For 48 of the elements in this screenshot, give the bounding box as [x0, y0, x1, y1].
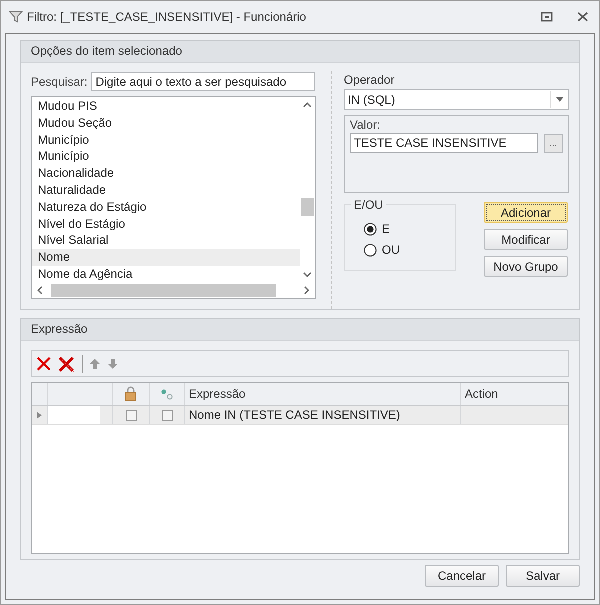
list-item[interactable]: Natureza do Estágio	[32, 198, 300, 216]
checkbox[interactable]	[126, 410, 136, 420]
radio-button[interactable]	[364, 244, 377, 256]
action-button[interactable]: Adicionar	[484, 202, 568, 223]
search-label: Pesquisar:	[31, 74, 88, 88]
radio-label: OU	[382, 243, 400, 257]
dropdown-arrow-icon	[556, 97, 564, 102]
value-label: Valor:	[350, 118, 382, 133]
list-item[interactable]: Nível do Estágio	[32, 216, 300, 232]
list-item[interactable]: Nível Salarial	[32, 232, 300, 250]
delete-all-icon[interactable]	[58, 356, 76, 372]
window-title: Filtro: [_TESTE_CASE_INSENSITIVE] - Funcionário	[27, 10, 306, 24]
dialog-button[interactable]: Salvar	[506, 565, 580, 587]
delete-icon[interactable]	[36, 356, 52, 372]
header-cell: Expressão	[185, 383, 461, 405]
search-field[interactable]: Digite aqui o texto a ser pesquisado	[90, 72, 315, 91]
operator-label: Operador	[344, 73, 396, 89]
scroll-thumb[interactable]	[301, 198, 314, 216]
action-button[interactable]: Novo Grupo	[484, 256, 568, 277]
dialog-button[interactable]: Cancelar	[425, 565, 499, 587]
lock-icon	[125, 386, 137, 402]
restore-icon[interactable]	[541, 12, 553, 22]
action-button[interactable]: Modificar	[484, 229, 568, 250]
table-cell: Nome IN (TESTE CASE INSENSITIVE)	[185, 406, 461, 424]
scroll-thumb[interactable]	[51, 284, 276, 297]
operator-dropdown[interactable]: IN (SQL)	[344, 89, 569, 110]
group-title: E/OU	[351, 198, 386, 212]
radio-label: E	[382, 222, 390, 236]
list-item[interactable]: Município	[32, 148, 300, 166]
panel-title: Opções do item selecionado	[21, 41, 579, 63]
dots-icon	[160, 388, 174, 400]
up-arrow-icon[interactable]	[89, 358, 101, 370]
radio-button[interactable]	[364, 222, 377, 236]
header-cell-text: Action	[464, 386, 500, 403]
checkbox[interactable]	[162, 410, 172, 420]
list-item[interactable]: Nacionalidade	[32, 165, 300, 182]
list-item[interactable]: Nome da Agência	[32, 266, 300, 283]
panel-title: Expressão	[21, 319, 579, 341]
list-item[interactable]: Nome	[32, 249, 300, 266]
filter-icon	[9, 10, 23, 24]
list-item[interactable]: Mudou PIS	[32, 98, 300, 115]
browse-button[interactable]: ...	[544, 134, 563, 152]
down-arrow-icon[interactable]	[107, 358, 119, 370]
list-item[interactable]: Mudou Seção	[32, 114, 300, 132]
value-field[interactable]: TESTE CASE INSENSITIVE	[350, 133, 538, 153]
list-item[interactable]: Naturalidade	[32, 182, 300, 199]
list-item[interactable]: Município	[32, 132, 300, 148]
close-icon[interactable]	[577, 12, 589, 22]
